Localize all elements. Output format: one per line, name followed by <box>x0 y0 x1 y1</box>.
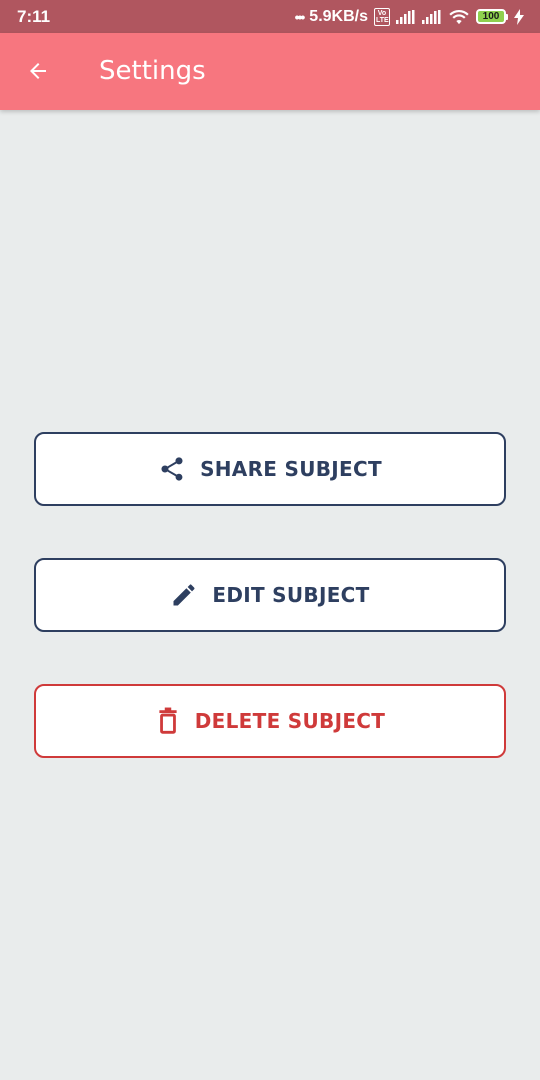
share-subject-label: SHARE SUBJECT <box>200 457 382 481</box>
status-icons: ••• 5.9KB/s Vo LTE 100 <box>294 7 524 26</box>
signal-icon-2 <box>422 9 441 24</box>
share-icon <box>158 455 186 483</box>
status-bar: 7:11 ••• 5.9KB/s Vo LTE 100 <box>0 0 540 33</box>
wifi-icon <box>449 9 469 24</box>
delete-subject-button[interactable]: DELETE SUBJECT <box>34 684 506 758</box>
notification-dots: ••• <box>294 8 306 25</box>
edit-subject-label: EDIT SUBJECT <box>212 583 370 607</box>
signal-icon <box>396 9 415 24</box>
page-title: Settings <box>99 56 206 86</box>
status-time: 7:11 <box>17 6 51 26</box>
edit-subject-button[interactable]: EDIT SUBJECT <box>34 558 506 632</box>
back-button[interactable] <box>14 47 62 95</box>
trash-icon <box>155 707 181 735</box>
network-speed: 5.9KB/s <box>309 7 368 25</box>
battery-icon: 100 <box>476 9 508 24</box>
arrow-left-icon <box>30 63 46 79</box>
app-bar: Settings <box>0 33 540 110</box>
pencil-icon <box>170 581 198 609</box>
delete-subject-label: DELETE SUBJECT <box>194 709 386 733</box>
volte-icon: Vo LTE <box>374 7 390 26</box>
share-subject-button[interactable]: SHARE SUBJECT <box>34 432 506 506</box>
charging-icon <box>514 8 524 25</box>
battery-level: 100 <box>482 11 500 22</box>
